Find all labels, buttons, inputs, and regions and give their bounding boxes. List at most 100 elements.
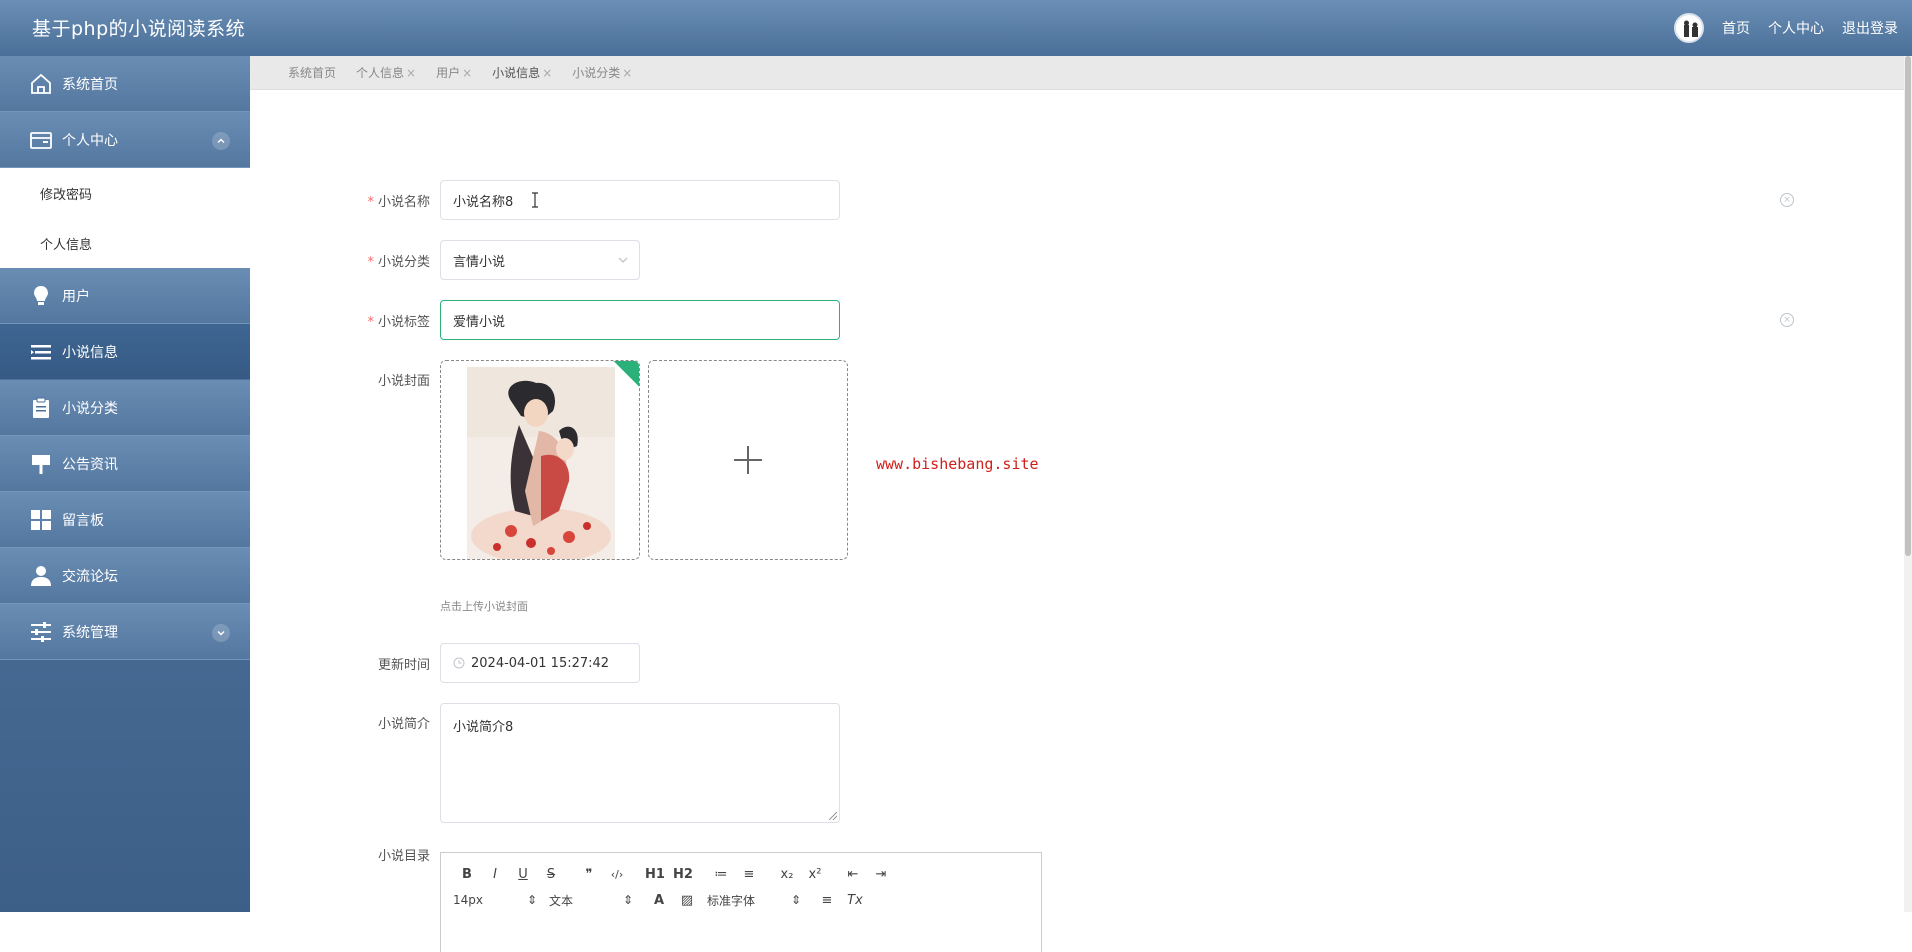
novel-name-input[interactable]: 小说名称8: [440, 180, 840, 220]
outdent-button[interactable]: ⇤: [839, 864, 867, 884]
blockquote-button[interactable]: ❞: [575, 864, 603, 884]
heading1-button[interactable]: H1: [641, 864, 669, 884]
avatar[interactable]: [1674, 13, 1704, 43]
font-family-select[interactable]: 标准字体 ⇕: [707, 892, 801, 909]
home-icon: [28, 71, 54, 97]
code-block-button[interactable]: ‹/›: [603, 864, 631, 884]
tab-personal-info[interactable]: 个人信息 ×: [356, 64, 416, 81]
clock-icon: [453, 657, 465, 669]
header-profile-link[interactable]: 个人中心: [1768, 18, 1824, 38]
tab-bar: 系统首页 个人信息 × 用户 × 小说信息 × 小说分类 ×: [250, 56, 1904, 90]
header-home-link[interactable]: 首页: [1722, 18, 1750, 38]
text-type-select[interactable]: 文本 ⇕: [549, 892, 633, 909]
resize-handle[interactable]: [829, 812, 837, 820]
list-icon: [28, 339, 54, 365]
chevron-down-icon: [618, 257, 628, 263]
update-time-picker[interactable]: 2024-04-01 15:27:42: [440, 643, 640, 683]
input-value: 小说名称8: [453, 194, 514, 210]
editor-toolbar-row-1: B I U S ❞ ‹/› H1 H2 ≔ ≡ x₂ x² ⇤ ⇥: [453, 863, 1033, 885]
sidebar-item-label: 公告资讯: [62, 456, 118, 473]
subscript-button[interactable]: x₂: [773, 864, 801, 884]
textarea-value: 小说简介8: [453, 720, 514, 735]
close-icon[interactable]: ×: [622, 66, 632, 80]
personal-center-submenu: 修改密码 个人信息: [0, 168, 250, 268]
form-row-tags: * 小说标签 爱情小说 ×: [250, 300, 1904, 340]
ordered-list-button[interactable]: ≔: [707, 864, 735, 884]
strike-button[interactable]: S: [537, 864, 565, 884]
sidebar-item-label: 小说分类: [62, 400, 118, 417]
sidebar-item-forum[interactable]: 交流论坛: [0, 548, 250, 604]
intro-label: 小说简介: [377, 717, 430, 732]
heading2-button[interactable]: H2: [669, 864, 697, 884]
catalog-label: 小说目录: [377, 849, 430, 864]
sidebar-item-users[interactable]: 用户: [0, 268, 250, 324]
scrollbar-thumb[interactable]: [1905, 56, 1911, 556]
tab-label: 用户: [436, 66, 461, 80]
sidebar-item-novel-info[interactable]: 小说信息: [0, 324, 250, 380]
sidebar-item-novel-category[interactable]: 小说分类: [0, 380, 250, 436]
text-cursor-icon: [532, 192, 539, 208]
align-icon[interactable]: ≡: [813, 890, 841, 910]
italic-button[interactable]: I: [481, 864, 509, 884]
sidebar: 系统首页 个人中心 修改密码 个人信息 用户 小说信息 小说分类 公告资讯 留言…: [0, 56, 250, 912]
tab-system-home[interactable]: 系统首页: [288, 64, 336, 81]
sidebar-item-system-management[interactable]: 系统管理: [0, 604, 250, 660]
editor-toolbar-row-2: 14px ⇕ 文本 ⇕ A ▨ 标准字体 ⇕ ≡ Tx: [453, 889, 1033, 911]
superscript-button[interactable]: x²: [801, 864, 829, 884]
chevron-up-icon[interactable]: [212, 132, 230, 150]
novel-intro-textarea[interactable]: 小说简介8: [440, 703, 840, 823]
cover-label: 小说封面: [377, 374, 430, 389]
grid-icon: [28, 507, 54, 533]
header-logout-link[interactable]: 退出登录: [1842, 18, 1898, 38]
clear-icon[interactable]: ×: [1780, 193, 1794, 207]
tab-novel-category[interactable]: 小说分类 ×: [572, 64, 632, 81]
person-icon: [28, 563, 54, 589]
close-icon[interactable]: ×: [542, 66, 552, 80]
vertical-scrollbar[interactable]: [1904, 56, 1912, 912]
close-icon[interactable]: ×: [462, 66, 472, 80]
font-size-select[interactable]: 14px ⇕: [453, 893, 537, 907]
clear-icon[interactable]: ×: [1780, 313, 1794, 327]
sidebar-item-announcements[interactable]: 公告资讯: [0, 436, 250, 492]
background-color-icon[interactable]: ▨: [673, 890, 701, 910]
sidebar-item-personal-center[interactable]: 个人中心: [0, 112, 250, 168]
novel-tags-input[interactable]: 爱情小说: [440, 300, 840, 340]
header-actions: 首页 个人中心 退出登录: [1674, 0, 1898, 56]
category-select[interactable]: 言情小说: [440, 240, 640, 280]
name-label: * 小说名称: [250, 191, 430, 210]
cover-image-preview[interactable]: [440, 360, 640, 560]
tab-label: 小说信息: [492, 66, 541, 80]
watermark-text: www.bishebang.site: [876, 455, 1039, 473]
indent-button[interactable]: ⇥: [867, 864, 895, 884]
form-row-name: * 小说名称 小说名称8 ×: [250, 180, 1904, 220]
bullet-list-button[interactable]: ≡: [735, 864, 763, 884]
required-mark: *: [367, 255, 374, 270]
top-header: 基于php的小说阅读系统 首页 个人中心 退出登录: [0, 0, 1912, 56]
close-icon[interactable]: ×: [406, 66, 416, 80]
sidebar-item-home[interactable]: 系统首页: [0, 56, 250, 112]
sidebar-item-message-board[interactable]: 留言板: [0, 492, 250, 548]
underline-button[interactable]: U: [509, 864, 537, 884]
form-row-catalog: 小说目录 B I U S ❞ ‹/› H1 H2 ≔ ≡ x₂ x² ⇤ ⇥ 1…: [250, 840, 1904, 952]
tab-users[interactable]: 用户 ×: [436, 64, 472, 81]
form-row-cover: 小说封面 www.bishebang.site 点击上传小说封面: [250, 360, 1904, 613]
signpost-icon: [28, 451, 54, 477]
tab-label: 个人信息: [356, 66, 405, 80]
tab-label: 系统首页: [288, 66, 337, 80]
clear-format-icon[interactable]: Tx: [841, 890, 869, 910]
bold-button[interactable]: B: [453, 864, 481, 884]
select-value: 文本: [549, 893, 574, 908]
cover-upload-button[interactable]: [648, 360, 848, 560]
sidebar-item-label: 用户: [62, 288, 90, 305]
required-mark: *: [367, 315, 374, 330]
text-color-icon[interactable]: A: [645, 890, 673, 910]
updown-icon: ⇕: [526, 893, 537, 907]
tab-novel-info[interactable]: 小说信息 ×: [492, 64, 552, 81]
sidebar-subitem-change-password[interactable]: 修改密码: [0, 168, 250, 218]
updown-icon: ⇕: [622, 893, 633, 907]
sidebar-subitem-personal-info[interactable]: 个人信息: [0, 218, 250, 268]
catalog-rich-text-editor[interactable]: B I U S ❞ ‹/› H1 H2 ≔ ≡ x₂ x² ⇤ ⇥ 14px ⇕…: [440, 852, 1042, 952]
app-title: 基于php的小说阅读系统: [32, 18, 246, 40]
chevron-down-icon[interactable]: [212, 624, 230, 642]
editor-toolbar: B I U S ❞ ‹/› H1 H2 ≔ ≡ x₂ x² ⇤ ⇥ 14px ⇕…: [441, 853, 1043, 911]
